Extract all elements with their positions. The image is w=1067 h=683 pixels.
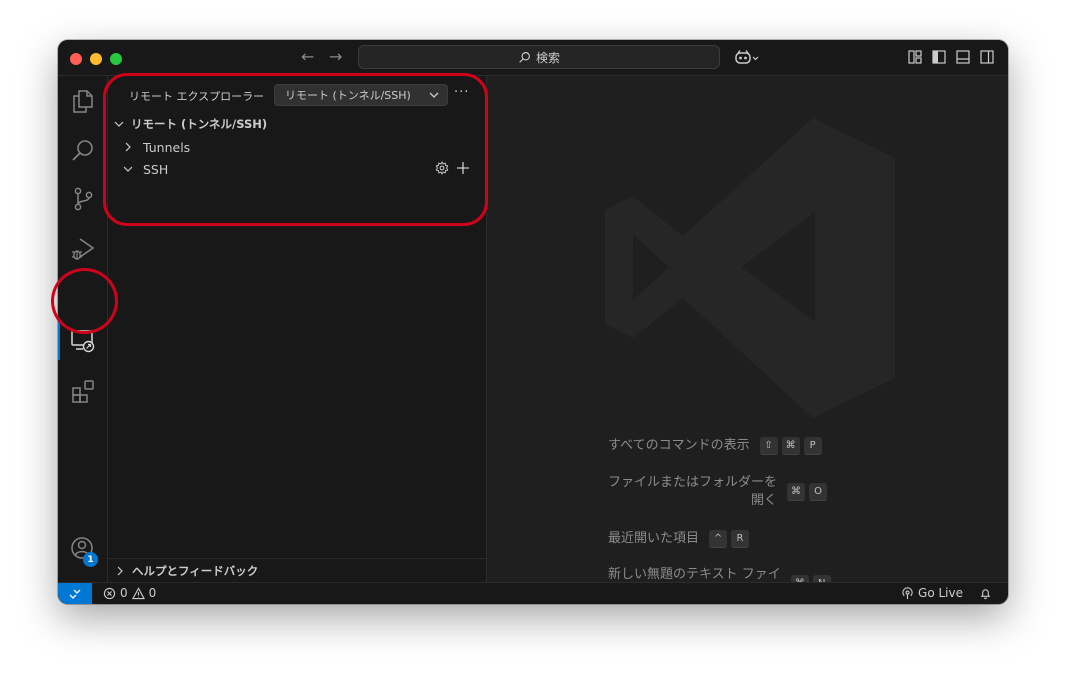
copilot-icon — [735, 50, 759, 64]
search-label: 検索 — [535, 50, 560, 65]
close-window-button[interactable] — [70, 53, 82, 65]
maximize-window-button[interactable] — [110, 53, 122, 65]
shortcut-keys: ⌘ O — [787, 483, 903, 501]
activity-accounts[interactable]: 1 — [58, 526, 107, 572]
copilot-menu-button[interactable] — [734, 49, 760, 67]
toggle-primary-sidebar-icon[interactable] — [932, 50, 946, 64]
activity-run-debug[interactable] — [58, 226, 107, 272]
key-cap: R — [731, 530, 750, 548]
toggle-panel-icon[interactable] — [956, 50, 970, 64]
search-icon — [519, 51, 530, 63]
title-bar: ← → 検索 — [58, 40, 1008, 76]
key-cap: ^ — [709, 530, 728, 548]
forward-arrow-icon[interactable]: → — [329, 48, 342, 66]
broadcast-icon — [902, 586, 913, 599]
run-debug-icon — [71, 238, 94, 260]
key-cap: ⇧ — [759, 437, 778, 455]
activity-source-control[interactable] — [58, 176, 107, 222]
key-cap: P — [803, 437, 822, 455]
chevron-right-icon — [117, 566, 123, 576]
editor-area: すべてのコマンドの表示 ⇧ ⌘ P ファイルまたはフォルダーを 開く ⌘ O 最… — [487, 76, 1008, 600]
annotation-remote-explorer-highlight — [103, 73, 488, 226]
key-cap: ⌘ — [781, 437, 800, 455]
go-live-button[interactable]: Go Live — [901, 586, 963, 600]
layout-controls — [908, 50, 994, 64]
status-right: Go Live — [901, 586, 992, 600]
annotation-remote-icon-highlight — [51, 268, 118, 334]
shortcut-show-all-commands[interactable]: すべてのコマンドの表示 ⇧ ⌘ P — [608, 437, 1008, 455]
source-control-icon — [74, 187, 92, 211]
key-cap: ⌘ — [787, 483, 806, 501]
status-bar: 0 0 Go Live — [58, 582, 1008, 604]
warning-icon — [131, 586, 145, 599]
accounts-badge: 1 — [83, 552, 98, 567]
shortcut-label: 最近開いた項目 — [608, 531, 700, 546]
problems-indicator[interactable]: 0 0 — [103, 586, 156, 600]
back-arrow-icon[interactable]: ← — [301, 48, 314, 66]
minimize-window-button[interactable] — [90, 53, 102, 65]
go-live-label: Go Live — [918, 586, 963, 600]
activity-extensions[interactable] — [58, 368, 107, 414]
toggle-secondary-sidebar-icon[interactable] — [980, 50, 994, 64]
remote-indicator-button[interactable] — [58, 583, 92, 604]
error-icon — [103, 587, 116, 599]
command-center-search[interactable]: 検索 — [358, 45, 720, 69]
help-feedback-title: ヘルプとフィードバック — [132, 564, 259, 578]
shortcut-open-file-folder[interactable]: ファイルまたはフォルダーを 開く ⌘ O — [608, 474, 1008, 510]
shortcut-keys: ^ R — [709, 530, 825, 548]
help-feedback-section[interactable]: ヘルプとフィードバック — [108, 558, 486, 583]
files-icon — [72, 90, 93, 113]
warning-count: 0 — [148, 586, 157, 600]
customize-layout-icon[interactable] — [908, 50, 922, 64]
bell-icon[interactable] — [979, 587, 992, 600]
shortcut-keys: ⇧ ⌘ P — [759, 437, 876, 455]
remote-icon — [69, 589, 81, 599]
shortcut-label: ファイルまたはフォルダーを 開く — [608, 475, 778, 508]
shortcut-recent[interactable]: 最近開いた項目 ^ R — [608, 530, 1008, 548]
activity-search[interactable] — [58, 128, 107, 174]
key-cap: O — [809, 483, 828, 501]
search-icon — [71, 140, 93, 161]
shortcut-label: すべてのコマンドの表示 — [608, 438, 750, 453]
extensions-icon — [71, 380, 94, 403]
error-count: 0 — [120, 586, 128, 600]
activity-explorer[interactable] — [58, 78, 107, 124]
vscode-logo-watermark-icon — [605, 118, 895, 418]
